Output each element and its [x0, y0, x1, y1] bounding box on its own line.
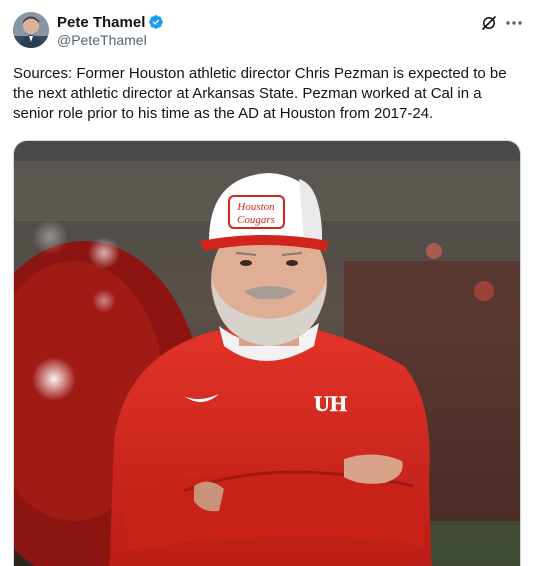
tweet-text: Sources: Former Houston athletic directo…	[13, 65, 507, 122]
verified-badge-icon	[148, 14, 164, 30]
more-dots-icon[interactable]	[504, 14, 524, 32]
grok-icon[interactable]	[480, 14, 498, 32]
hat-text-houston: Houston	[236, 201, 275, 213]
uh-logo: UH	[314, 391, 347, 416]
tweet-card[interactable]: Pete Thamel @PeteThamel Sources: Former …	[0, 0, 535, 566]
hat-text-cougars: Cougars	[237, 214, 275, 226]
author-handle[interactable]: @PeteThamel	[57, 32, 147, 48]
author-display-name[interactable]: Pete Thamel	[57, 14, 145, 31]
avatar[interactable]	[13, 12, 49, 48]
tweet-photo[interactable]: UH Houston Cougars	[13, 140, 521, 566]
